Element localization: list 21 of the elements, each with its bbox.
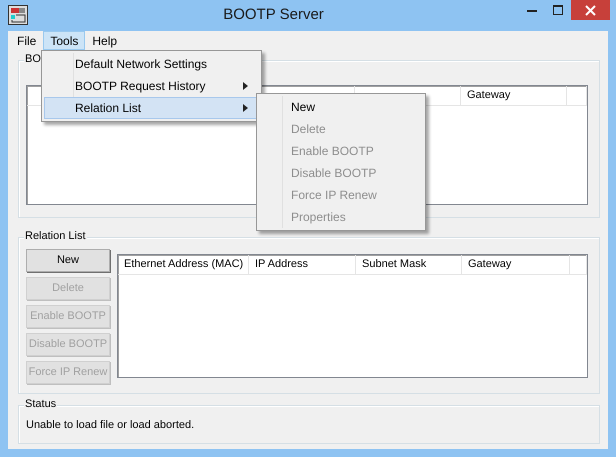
menu-item[interactable]: File — [10, 31, 44, 50]
menu-item[interactable]: New — [259, 96, 423, 118]
maximize-icon — [553, 5, 563, 15]
menu-item[interactable]: Relation List — [44, 97, 259, 119]
submenu-arrow-icon — [243, 82, 248, 90]
window-title: BOOTP Server — [222, 5, 325, 24]
menu-item[interactable]: Default Network Settings — [44, 53, 259, 75]
menu-item[interactable]: Help — [85, 31, 124, 50]
close-icon — [585, 4, 596, 16]
app-icon — [8, 5, 28, 25]
menu-item[interactable]: Tools — [43, 31, 86, 50]
action-button[interactable]: New — [26, 249, 110, 272]
column-header[interactable]: Gateway — [462, 255, 570, 274]
close-button[interactable] — [571, 0, 610, 20]
status-text: Unable to load file or load aborted. — [26, 419, 196, 432]
column-header[interactable]: Gateway — [461, 86, 567, 105]
menu-item[interactable]: BOOTP Request History — [44, 75, 259, 97]
column-header[interactable]: Subnet Mask — [356, 255, 462, 274]
submenu-arrow-icon — [243, 104, 248, 112]
column-header[interactable]: Ethernet Address (MAC) — [118, 255, 249, 274]
column-header[interactable]: IP Address — [249, 255, 356, 274]
